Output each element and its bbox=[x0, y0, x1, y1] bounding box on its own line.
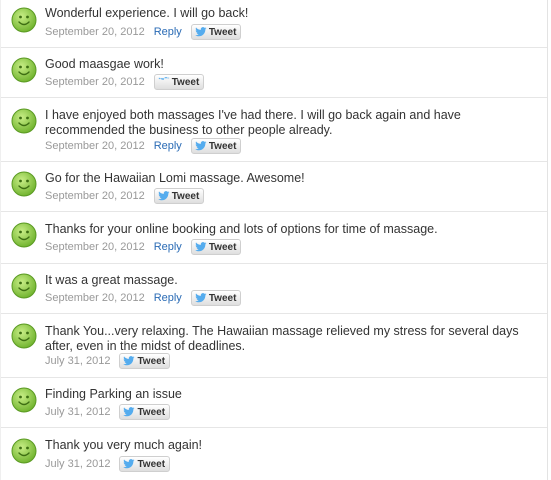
tweet-label: Tweet bbox=[171, 76, 200, 88]
smiley-face-icon bbox=[11, 7, 37, 33]
tweet-label: Tweet bbox=[208, 241, 237, 253]
tweet-button[interactable]: Tweet bbox=[119, 353, 171, 369]
twitter-bird-icon bbox=[195, 293, 207, 303]
review-text: It was a great massage. bbox=[45, 273, 178, 287]
smiley-face-icon bbox=[11, 438, 37, 464]
twitter-bird-icon bbox=[195, 27, 207, 37]
twitter-bird-icon bbox=[195, 141, 207, 151]
review-text: Thanks for your online booking and lots … bbox=[45, 222, 438, 236]
review-text: Thank you very much again! bbox=[45, 438, 203, 452]
review-date: July 31, 2012 bbox=[45, 458, 111, 470]
tweet-label: Tweet bbox=[137, 458, 166, 470]
tweet-label: Tweet bbox=[171, 190, 200, 202]
review-text: Thank You...very relaxing. The Hawaiian … bbox=[45, 324, 519, 353]
review-meta: July 31, 2012 Tweet bbox=[45, 456, 171, 472]
tweet-button[interactable]: Tweet bbox=[190, 290, 242, 306]
review-meta: September 20, 2012 Reply Tweet bbox=[45, 290, 242, 306]
tweet-button[interactable]: Tweet bbox=[190, 138, 242, 154]
review-date: September 20, 2012 bbox=[45, 241, 145, 253]
tweet-label: Tweet bbox=[137, 355, 166, 367]
review-date: September 20, 2012 bbox=[45, 292, 145, 304]
smiley-face-icon bbox=[11, 222, 37, 248]
twitter-bird-icon bbox=[157, 191, 170, 201]
review-text: I have enjoyed both massages I've had th… bbox=[45, 108, 461, 137]
tweet-label: Tweet bbox=[208, 26, 237, 38]
tweet-button[interactable]: Tweet bbox=[153, 188, 205, 204]
reply-link[interactable]: Reply bbox=[154, 292, 182, 304]
tweet-label: Tweet bbox=[208, 292, 237, 304]
tweet-button[interactable]: Tweet bbox=[119, 404, 171, 420]
tweet-button[interactable]: Tweet bbox=[190, 239, 242, 255]
smiley-face-icon bbox=[11, 387, 37, 413]
review-item: Thank You...very relaxing. The Hawaiian … bbox=[1, 314, 547, 378]
review-meta: September 20, 2012 Tweet bbox=[45, 188, 205, 204]
smiley-face-icon bbox=[11, 323, 37, 349]
review-meta: September 20, 2012 Reply Tweet bbox=[45, 24, 242, 40]
smiley-face-icon bbox=[11, 171, 37, 197]
review-text: Go for the Hawaiian Lomi massage. Awesom… bbox=[45, 171, 305, 185]
review-date: July 31, 2012 bbox=[45, 406, 111, 418]
reply-link[interactable]: Reply bbox=[154, 140, 182, 152]
tweet-label: Tweet bbox=[208, 140, 237, 152]
tweet-button[interactable]: Tweet bbox=[153, 74, 205, 90]
review-date: September 20, 2012 bbox=[45, 190, 145, 202]
review-meta: July 31, 2012 Tweet bbox=[45, 404, 171, 420]
review-item: Thank you very much again! July 31, 2012… bbox=[1, 428, 547, 480]
review-text: Finding Parking an issue bbox=[45, 387, 182, 401]
tweet-label: Tweet bbox=[137, 406, 166, 418]
review-item: Go for the Hawaiian Lomi massage. Awesom… bbox=[1, 162, 547, 212]
review-meta: September 20, 2012 Tweet bbox=[45, 74, 205, 90]
review-meta: September 20, 2012 Reply Tweet bbox=[45, 239, 242, 255]
tweet-button[interactable]: Tweet bbox=[190, 24, 242, 40]
smiley-face-icon bbox=[11, 108, 37, 134]
review-feed: Wonderful experience. I will go back! Se… bbox=[0, 0, 548, 480]
twitter-bird-icon bbox=[123, 407, 135, 417]
twitter-bird-icon bbox=[123, 459, 135, 469]
review-text: Good maasgae work! bbox=[45, 57, 164, 71]
review-item: Wonderful experience. I will go back! Se… bbox=[1, 0, 547, 48]
smiley-face-icon bbox=[11, 57, 37, 83]
review-date: September 20, 2012 bbox=[45, 26, 145, 38]
review-item: Thanks for your online booking and lots … bbox=[1, 212, 547, 264]
review-item: Finding Parking an issue July 31, 2012 T… bbox=[1, 378, 547, 428]
smiley-face-icon bbox=[11, 273, 37, 299]
reply-link[interactable]: Reply bbox=[154, 241, 182, 253]
reply-link[interactable]: Reply bbox=[154, 26, 182, 38]
tweet-button[interactable]: Tweet bbox=[119, 456, 171, 472]
twitter-bird-icon bbox=[123, 356, 135, 366]
review-date: September 20, 2012 bbox=[45, 76, 145, 88]
review-item: It was a great massage. September 20, 20… bbox=[1, 264, 547, 314]
review-date: September 20, 2012 bbox=[45, 140, 145, 152]
review-text: Wonderful experience. I will go back! bbox=[45, 6, 249, 20]
twitter-bird-icon bbox=[195, 242, 207, 252]
twitter-bird-icon bbox=[158, 77, 170, 80]
review-meta: July 31, 2012 Tweet bbox=[45, 353, 171, 369]
review-date: July 31, 2012 bbox=[45, 355, 111, 367]
review-meta: September 20, 2012 Reply Tweet bbox=[45, 138, 242, 154]
review-item: I have enjoyed both massages I've had th… bbox=[1, 98, 547, 162]
review-item: Good maasgae work! September 20, 2012 Tw… bbox=[1, 48, 547, 98]
